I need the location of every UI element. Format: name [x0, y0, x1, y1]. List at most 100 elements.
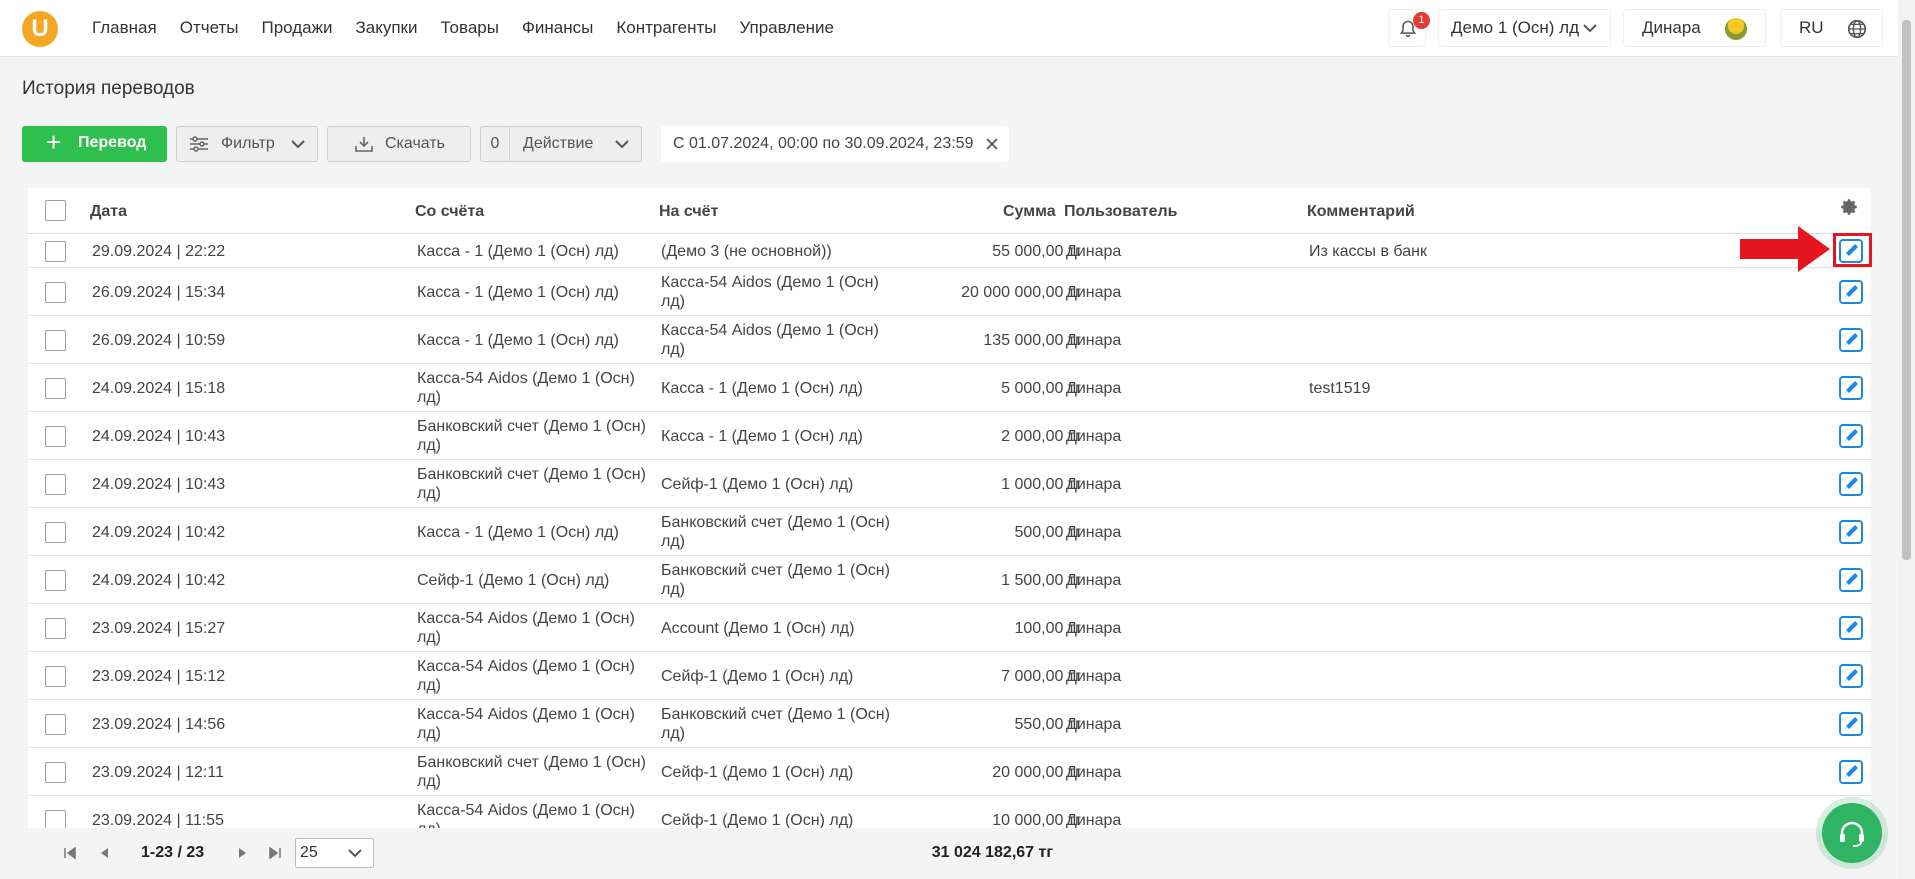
- edit-button[interactable]: [1839, 760, 1863, 784]
- row-date: 24.09.2024 | 10:43: [92, 428, 226, 445]
- action-dropdown[interactable]: 0 Действие: [480, 126, 642, 162]
- filter-button[interactable]: Фильтр: [176, 126, 318, 162]
- nav-item-finance[interactable]: Финансы: [522, 18, 593, 38]
- nav-item-purchases[interactable]: Закупки: [355, 18, 417, 38]
- edit-button[interactable]: [1839, 472, 1863, 496]
- total-sum: 31 024 182,67 тг: [931, 844, 1053, 861]
- nav-item-goods[interactable]: Товары: [440, 18, 498, 38]
- action-label: Действие: [523, 135, 594, 152]
- edit-button[interactable]: [1839, 328, 1863, 352]
- edit-button[interactable]: [1839, 280, 1863, 304]
- table-row[interactable]: 24.09.2024 | 10:42 Сейф-1 (Демо 1 (Осн) л…: [28, 556, 1871, 604]
- gear-icon[interactable]: [1840, 198, 1858, 216]
- nav-item-reports[interactable]: Отчеты: [180, 18, 239, 38]
- row-checkbox[interactable]: [45, 762, 66, 783]
- transfers-table: Дата Со счёта На счёт Сумма Пользователь…: [28, 188, 1871, 828]
- edit-button[interactable]: [1839, 712, 1863, 736]
- plus-icon: +: [46, 127, 62, 157]
- row-checkbox[interactable]: [45, 426, 66, 447]
- edit-button[interactable]: [1839, 616, 1863, 640]
- language-select[interactable]: RU: [1780, 9, 1883, 47]
- table-row[interactable]: 23.09.2024 | 12:11 Банковский счет (Демо …: [28, 748, 1871, 796]
- column-to[interactable]: На счёт: [659, 203, 718, 221]
- chevron-down-icon: [291, 140, 305, 149]
- column-comment[interactable]: Комментарий: [1307, 203, 1415, 221]
- company-label: Демо 1 (Осн) лд: [1451, 18, 1580, 37]
- row-checkbox[interactable]: [45, 714, 66, 735]
- row-user: Динара: [1066, 620, 1122, 637]
- edit-button[interactable]: [1839, 568, 1863, 592]
- last-page-icon[interactable]: [268, 846, 282, 860]
- nav-item-management[interactable]: Управление: [739, 18, 834, 38]
- notifications-button[interactable]: 1: [1388, 9, 1430, 47]
- row-user: Динара: [1066, 332, 1122, 349]
- page-scrollbar-thumb[interactable]: [1902, 20, 1911, 560]
- row-checkbox[interactable]: [45, 666, 66, 687]
- row-sum: 55 000,00 тг: [992, 243, 1081, 260]
- row-from-account: Касса-54 Aidos (Демо 1 (Осн) лд): [417, 706, 635, 742]
- edit-button[interactable]: [1839, 424, 1863, 448]
- prev-page-icon[interactable]: [98, 846, 110, 860]
- transfer-button[interactable]: + Перевод: [22, 126, 167, 162]
- row-user: Динара: [1066, 812, 1122, 828]
- main-nav: Главная Отчеты Продажи Закупки Товары Фи…: [92, 18, 857, 38]
- row-sum: 550,00 тг: [1014, 716, 1081, 733]
- column-sum[interactable]: Сумма: [1003, 203, 1056, 221]
- row-sum: 20 000,00 тг: [992, 764, 1081, 781]
- row-date: 29.09.2024 | 22:22: [92, 243, 226, 260]
- table-row[interactable]: 24.09.2024 | 15:18 Касса-54 Aidos (Демо 1…: [28, 364, 1871, 412]
- chevron-down-icon: [615, 140, 629, 149]
- row-checkbox[interactable]: [45, 241, 66, 262]
- first-page-icon[interactable]: [63, 846, 77, 860]
- date-range-filter[interactable]: С 01.07.2024, 00:00 по 30.09.2024, 23:59: [661, 126, 1009, 162]
- column-date[interactable]: Дата: [90, 203, 127, 221]
- table-row[interactable]: 24.09.2024 | 10:42 Касса - 1 (Демо 1 (Осн…: [28, 508, 1871, 556]
- table-row[interactable]: 29.09.2024 | 22:22 Касса - 1 (Демо 1 (Осн…: [28, 234, 1871, 268]
- row-from-account: Банковский счет (Демо 1 (Осн) лд): [417, 754, 646, 790]
- row-user: Динара: [1066, 243, 1122, 260]
- app-logo[interactable]: U: [22, 11, 58, 47]
- row-checkbox[interactable]: [45, 618, 66, 639]
- table-row[interactable]: 23.09.2024 | 14:56 Касса-54 Aidos (Демо 1…: [28, 700, 1871, 748]
- pencil-icon: [1839, 568, 1863, 592]
- nav-item-sales[interactable]: Продажи: [261, 18, 332, 38]
- row-checkbox[interactable]: [45, 474, 66, 495]
- row-user: Динара: [1066, 716, 1122, 733]
- row-checkbox[interactable]: [45, 282, 66, 303]
- row-from-account: Касса - 1 (Демо 1 (Осн) лд): [417, 242, 619, 260]
- page-size-select[interactable]: 25: [295, 838, 374, 868]
- edit-button[interactable]: [1839, 376, 1863, 400]
- row-checkbox[interactable]: [45, 810, 66, 828]
- nav-item-counterparties[interactable]: Контрагенты: [616, 18, 716, 38]
- row-user: Динара: [1066, 428, 1122, 445]
- row-checkbox[interactable]: [45, 330, 66, 351]
- chevron-down-icon: [348, 849, 362, 858]
- row-checkbox[interactable]: [45, 522, 66, 543]
- column-user[interactable]: Пользователь: [1064, 203, 1177, 221]
- table-row[interactable]: 26.09.2024 | 10:59 Касса - 1 (Демо 1 (Осн…: [28, 316, 1871, 364]
- row-checkbox[interactable]: [45, 378, 66, 399]
- company-select[interactable]: Демо 1 (Осн) лд: [1438, 9, 1611, 47]
- column-from[interactable]: Со счёта: [415, 203, 484, 221]
- notifications-badge: 1: [1413, 12, 1430, 29]
- table-row[interactable]: 24.09.2024 | 10:43 Банковский счет (Демо …: [28, 460, 1871, 508]
- select-all-checkbox[interactable]: [45, 200, 66, 221]
- chevron-down-icon: [1583, 24, 1597, 33]
- pencil-icon: [1839, 712, 1863, 736]
- edit-button[interactable]: [1839, 520, 1863, 544]
- download-button[interactable]: Скачать: [327, 126, 471, 162]
- table-row[interactable]: 24.09.2024 | 10:43 Банковский счет (Демо …: [28, 412, 1871, 460]
- close-icon[interactable]: [985, 137, 999, 151]
- nav-item-main[interactable]: Главная: [92, 18, 157, 38]
- next-page-icon[interactable]: [237, 846, 249, 860]
- table-row[interactable]: 26.09.2024 | 15:34 Касса - 1 (Демо 1 (Осн…: [28, 268, 1871, 316]
- table-row[interactable]: 23.09.2024 | 11:55 Касса-54 Aidos (Демо 1…: [28, 796, 1871, 828]
- row-checkbox[interactable]: [45, 570, 66, 591]
- table-row[interactable]: 23.09.2024 | 15:12 Касса-54 Aidos (Демо 1…: [28, 652, 1871, 700]
- row-sum: 100,00 тг: [1014, 620, 1081, 637]
- row-from-account: Касса-54 Aidos (Демо 1 (Осн) лд): [417, 658, 635, 694]
- edit-button[interactable]: [1839, 664, 1863, 688]
- table-row[interactable]: 23.09.2024 | 15:27 Касса-54 Aidos (Демо 1…: [28, 604, 1871, 652]
- user-menu[interactable]: Динара: [1623, 9, 1766, 47]
- support-chat-button[interactable]: [1822, 803, 1882, 863]
